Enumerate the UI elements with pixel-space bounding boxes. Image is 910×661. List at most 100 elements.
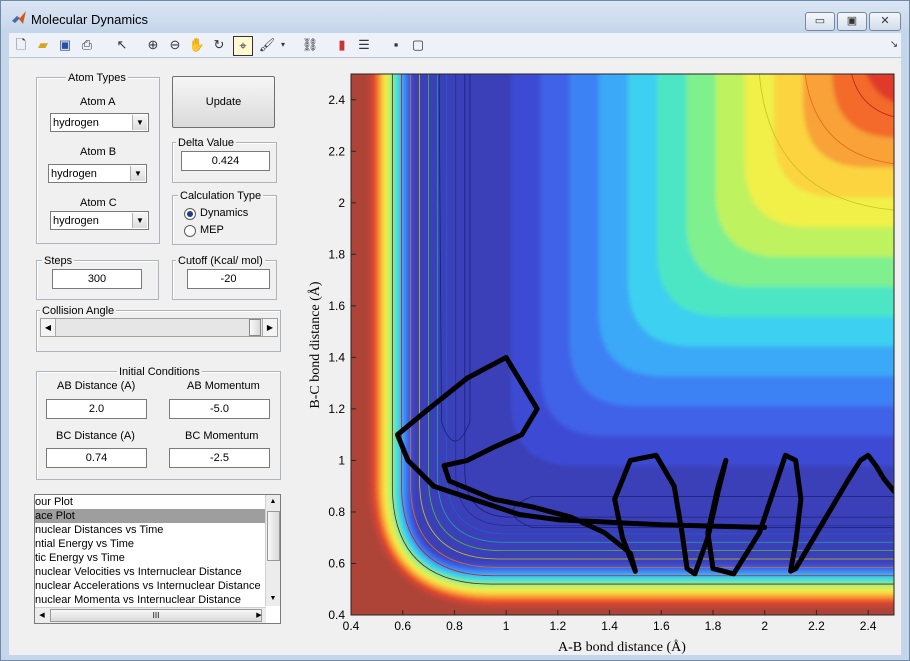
plot-type-item[interactable]: nuclear Momenta vs Internuclear Distance (35, 593, 265, 607)
initial-conditions-title: Initial Conditions (117, 366, 202, 378)
bc-momentum-input[interactable]: -2.5 (169, 448, 270, 468)
zoom-out-icon[interactable]: ⊖ (166, 36, 184, 54)
atom-a-label: Atom A (80, 96, 116, 108)
bc-distance-input[interactable]: 0.74 (46, 448, 147, 468)
plot-type-item[interactable]: ace Plot (35, 509, 265, 523)
x-tick-label: 0.8 (446, 619, 463, 633)
y-tick-label: 2.2 (328, 144, 345, 158)
show-tools-icon[interactable]: ▢ (409, 36, 427, 54)
mep-radio[interactable] (184, 225, 196, 237)
y-tick-label: 2 (338, 196, 345, 210)
plot-type-listbox[interactable]: our Plot ace Plot nuclear Distances vs Tim… (34, 494, 281, 624)
atom-a-select[interactable]: hydrogen ▼ (50, 113, 149, 132)
atom-b-label: Atom B (80, 146, 117, 158)
plot-type-item[interactable]: nuclear Accelerations vs Internuclear Di… (35, 579, 265, 593)
update-button[interactable]: Update (172, 76, 275, 128)
x-axis-label: A-B bond distance (Å) (558, 639, 686, 655)
x-tick-label: 1.8 (705, 619, 722, 633)
collision-angle-title: Collision Angle (40, 305, 117, 317)
cutoff-title: Cutoff (Kcal/ mol) (176, 255, 265, 267)
legend-icon[interactable]: ☰ (355, 36, 373, 54)
print-icon[interactable]: ⎙ (78, 36, 96, 54)
x-tick-label: 0.4 (343, 619, 360, 633)
contour-line (894, 66, 901, 74)
collision-angle-slider[interactable]: ◀ ▶ (40, 318, 278, 337)
colorbar-icon[interactable]: ▮ (333, 36, 351, 54)
link-plot-icon[interactable]: ⛓ (301, 36, 319, 54)
atom-b-select[interactable]: hydrogen ▼ (48, 164, 147, 183)
brush-dropdown-icon[interactable]: ▾ (278, 36, 288, 54)
pan-hand-icon[interactable]: ✋ (188, 36, 206, 54)
potential-energy-contour-plot[interactable]: 0.4 0.6 0.8 1 1.2 1.4 1.6 1.8 2 2.2 2.4 0.4 0.6 0.8 1… (291, 66, 901, 655)
delta-value-input[interactable]: 0.424 (181, 151, 270, 171)
x-tick-label: 1 (503, 619, 510, 633)
y-tick-label: 0.4 (328, 608, 345, 622)
new-file-icon[interactable]: 🗋 (12, 36, 30, 54)
scroll-up-icon[interactable]: ▲ (266, 495, 280, 509)
window-title: Molecular Dynamics (31, 12, 149, 27)
open-folder-icon[interactable]: ▰ (34, 36, 52, 54)
atom-c-select[interactable]: hydrogen ▼ (50, 211, 149, 230)
y-tick-label: 1 (338, 453, 345, 467)
y-tick-label: 1.8 (328, 247, 345, 261)
x-tick-label: 2 (761, 619, 768, 633)
steps-input[interactable]: 300 (52, 269, 142, 289)
brush-icon[interactable]: 🖌 (258, 36, 276, 54)
ab-distance-input[interactable]: 2.0 (46, 399, 147, 419)
close-button[interactable]: ✕ (869, 12, 901, 31)
delta-value-title: Delta Value (176, 137, 237, 149)
slider-thumb[interactable] (249, 319, 261, 336)
x-tick-label: 1.6 (653, 619, 670, 633)
horizontal-scrollbar[interactable]: ◀ III ▶ (35, 607, 266, 623)
zoom-in-icon[interactable]: ⊕ (144, 36, 162, 54)
atom-c-label: Atom C (80, 197, 117, 209)
ab-momentum-input[interactable]: -5.0 (169, 399, 270, 419)
maximize-button[interactable]: ▣ (837, 12, 867, 31)
title-bar[interactable]: Molecular Dynamics ▭ ▣ ✕ (1, 1, 909, 33)
calculation-type-panel (172, 195, 277, 245)
minimize-button[interactable]: ▭ (805, 12, 835, 31)
application-window: Molecular Dynamics ▭ ▣ ✕ 🗋 ▰ ▣ ⎙ ↖ ⊕ ⊖ ✋… (0, 0, 910, 661)
x-tick-label: 1.2 (550, 619, 567, 633)
x-tick-label: 2.4 (860, 619, 877, 633)
plot-type-item[interactable]: nuclear Velocities vs Internuclear Dista… (35, 565, 265, 579)
scroll-right-icon[interactable]: ▶ (252, 608, 266, 623)
atom-types-title: Atom Types (66, 72, 128, 84)
mep-label: MEP (200, 224, 224, 236)
hscroll-thumb[interactable]: III (50, 609, 262, 622)
plot-type-item[interactable]: nuclear Distances vs Time (35, 523, 265, 537)
cutoff-input[interactable]: -20 (187, 269, 270, 289)
figure-client-area: Atom Types Atom A hydrogen ▼ Atom B hydr… (9, 58, 901, 655)
figure-toolbar: 🗋 ▰ ▣ ⎙ ↖ ⊕ ⊖ ✋ ↻ ⌖ 🖌 ▾ ⛓ ▮ ☰ ▪ ▢ ↘ (9, 33, 901, 58)
scroll-left-icon[interactable]: ◀ (35, 608, 49, 623)
save-icon[interactable]: ▣ (56, 36, 74, 54)
y-tick-label: 1.4 (328, 350, 345, 364)
rotate-3d-icon[interactable]: ↻ (210, 36, 228, 54)
y-tick-label: 1.6 (328, 299, 345, 313)
y-tick-label: 2.4 (328, 93, 345, 107)
vertical-scrollbar[interactable]: ▲ ▼ (265, 495, 280, 606)
pointer-icon[interactable]: ↖ (113, 36, 131, 54)
bc-distance-label: BC Distance (A) (56, 430, 135, 442)
atom-b-value: hydrogen (51, 168, 97, 180)
chevron-down-icon: ▼ (132, 115, 147, 130)
hide-tools-icon[interactable]: ▪ (387, 36, 405, 54)
data-cursor-icon[interactable]: ⌖ (233, 36, 253, 56)
dynamics-radio[interactable] (184, 208, 196, 220)
bc-momentum-label: BC Momentum (185, 430, 259, 442)
plot-type-item[interactable]: ntial Energy vs Time (35, 537, 265, 551)
y-tick-label: 1.2 (328, 402, 345, 416)
y-axis-label: B-C bond distance (Å) (307, 281, 323, 408)
plot-type-item[interactable]: our Plot (35, 495, 265, 509)
scroll-down-icon[interactable]: ▼ (266, 592, 280, 606)
dock-arrow-icon[interactable]: ↘ (885, 36, 903, 54)
x-tick-label: 1.4 (601, 619, 618, 633)
plot-type-item[interactable]: tic Energy vs Time (35, 551, 265, 565)
steps-title: Steps (42, 255, 75, 267)
scroll-thumb[interactable] (267, 511, 280, 561)
arrow-right-icon[interactable]: ▶ (262, 319, 277, 336)
contour-surface (351, 66, 901, 615)
arrow-left-icon[interactable]: ◀ (41, 319, 56, 336)
y-tick-label: 0.6 (328, 556, 345, 570)
dynamics-label: Dynamics (200, 207, 249, 219)
